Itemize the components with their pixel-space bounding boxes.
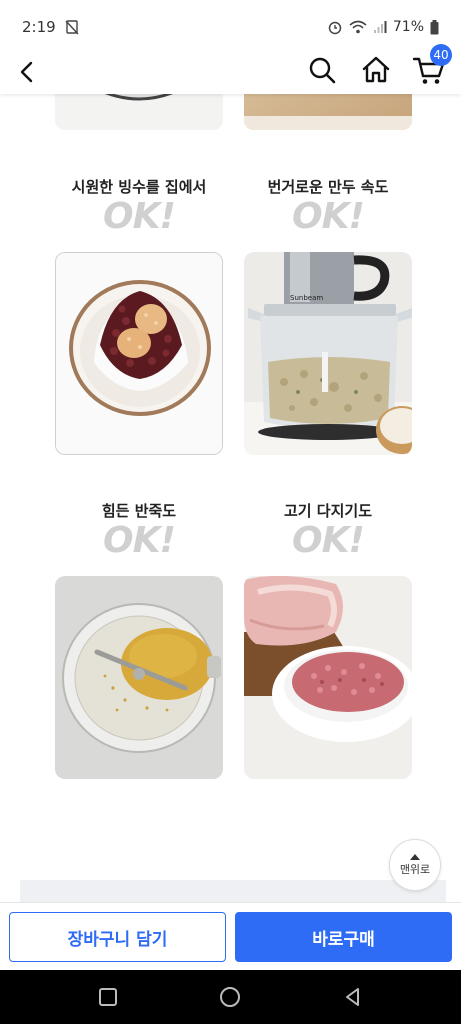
image-bingsu (55, 252, 223, 455)
ok-label-dumpling: OK! (292, 196, 365, 237)
item-caption-meat: 고기 다지기도 (283, 502, 373, 520)
alarm-icon (328, 21, 342, 35)
recent-apps-icon[interactable] (96, 985, 120, 1009)
system-navigation-bar (0, 970, 461, 1024)
item-caption-dumpling: 번거로운 만두 속도 (267, 178, 389, 196)
section-divider-block (20, 880, 446, 902)
ok-label-meat: OK! (292, 520, 365, 561)
item-caption-dough: 힘든 반죽도 (101, 502, 177, 520)
add-to-cart-button[interactable]: 장바구니 담기 (9, 912, 226, 962)
image-food-chopper-dumpling: Sunbeam (244, 252, 412, 455)
battery-percent: 71% (392, 19, 424, 35)
image-dough (55, 576, 223, 779)
item-caption-bingsu: 시원한 빙수를 집에서 (71, 178, 207, 196)
home-circle-icon[interactable] (218, 985, 242, 1009)
top-nav-bar: 40 (0, 44, 461, 94)
signal-icon (373, 21, 387, 33)
chopper-brand-label: Sunbeam (290, 294, 323, 302)
home-icon[interactable] (360, 54, 392, 86)
wifi-icon (349, 20, 367, 34)
ok-label-bingsu: OK! (103, 196, 176, 237)
search-icon[interactable] (306, 54, 338, 86)
caret-up-icon (410, 854, 420, 860)
bottom-action-bar: 장바구니 담기 바로구매 (0, 902, 461, 970)
status-time: 2:19 (22, 18, 56, 36)
ok-label-dough: OK! (103, 520, 176, 561)
image-minced-meat (244, 576, 412, 779)
partial-image-top-right (244, 94, 412, 130)
buy-now-button[interactable]: 바로구매 (235, 912, 452, 962)
status-bar: 2:19 71% (0, 0, 461, 54)
product-detail-content[interactable]: 시원한 빙수를 집에서 OK! 번거로운 만두 속도 OK! Sunbeam 힘… (0, 94, 461, 902)
cart-count-badge: 40 (430, 44, 452, 66)
scroll-to-top-label: 맨위로 (399, 863, 431, 876)
partial-image-top-left (55, 94, 223, 130)
scroll-to-top-button[interactable]: 맨위로 (389, 839, 441, 891)
do-not-disturb-off-icon (65, 20, 79, 35)
back-triangle-icon[interactable] (341, 985, 365, 1009)
battery-icon (430, 19, 439, 34)
back-arrow-icon[interactable] (14, 58, 42, 86)
